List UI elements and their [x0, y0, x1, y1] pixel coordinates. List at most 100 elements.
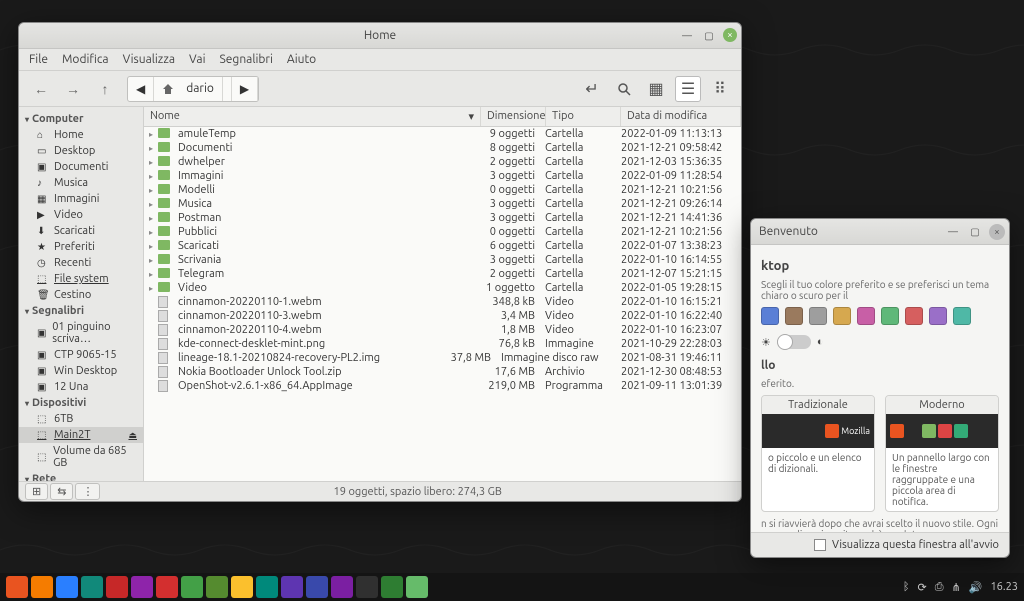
- panel-app-icon[interactable]: [156, 576, 178, 598]
- panel-app-icon[interactable]: [6, 576, 28, 598]
- sidebar-group[interactable]: ▾Computer: [19, 111, 143, 127]
- welcome-minimize[interactable]: —: [945, 224, 961, 240]
- sidebar-item[interactable]: ⬚Main2T⏏: [19, 427, 143, 443]
- panel-app-icon[interactable]: [231, 576, 253, 598]
- minimize-button[interactable]: —: [679, 28, 695, 44]
- close-button[interactable]: ×: [723, 28, 737, 42]
- status-tab[interactable]: ⋮: [75, 483, 100, 500]
- welcome-titlebar[interactable]: Benvenuto — ▢ ×: [751, 219, 1009, 245]
- file-row[interactable]: ▸Musica3 oggettiCartella2021-12-21 09:26…: [144, 197, 741, 211]
- sidebar-item[interactable]: ⬚Volume da 685 GB: [19, 443, 143, 471]
- col-date[interactable]: Data di modifica: [621, 107, 741, 126]
- sidebar-item[interactable]: 🗑Cestino: [19, 287, 143, 303]
- sidebar-item[interactable]: ♪Musica: [19, 175, 143, 191]
- menu-visualizza[interactable]: Visualizza: [123, 53, 175, 66]
- sidebar-item[interactable]: ⬚6TB: [19, 411, 143, 427]
- sidebar-item[interactable]: ▶Video: [19, 207, 143, 223]
- file-row[interactable]: ▸Immagini3 oggettiCartella2022-01-09 11:…: [144, 169, 741, 183]
- menu-file[interactable]: File: [29, 53, 48, 66]
- panel-app-icon[interactable]: [381, 576, 403, 598]
- sidebar-item[interactable]: ▣Documenti: [19, 159, 143, 175]
- maximize-button[interactable]: ▢: [701, 28, 717, 44]
- color-swatch[interactable]: [761, 307, 779, 325]
- sidebar-item[interactable]: ▣Win Desktop: [19, 363, 143, 379]
- sidebar-item[interactable]: ⬚File system: [19, 271, 143, 287]
- taskbar-panel[interactable]: ᛒ ⟳ ⎙ ⋔ 🔊 16.23: [0, 573, 1024, 601]
- panel-app-icon[interactable]: [131, 576, 153, 598]
- panel-app-icon[interactable]: [256, 576, 278, 598]
- panel-app-icon[interactable]: [206, 576, 228, 598]
- layout-modern[interactable]: Moderno Un pannello largo con le finestr…: [885, 395, 999, 512]
- color-swatch[interactable]: [809, 307, 827, 325]
- column-headers[interactable]: Nome▾ Dimensione Tipo Data di modifica: [144, 107, 741, 127]
- panel-app-icon[interactable]: [56, 576, 78, 598]
- menu-vai[interactable]: Vai: [189, 53, 206, 66]
- bluetooth-icon[interactable]: ᛒ: [903, 581, 910, 593]
- color-swatch[interactable]: [953, 307, 971, 325]
- color-swatch[interactable]: [833, 307, 851, 325]
- file-row[interactable]: ▸dwhelper2 oggettiCartella2021-12-03 15:…: [144, 155, 741, 169]
- theme-toggle[interactable]: ☀ ◐: [761, 335, 824, 349]
- file-row[interactable]: ▸amuleTemp9 oggettiCartella2022-01-09 11…: [144, 127, 741, 141]
- panel-app-icon[interactable]: [331, 576, 353, 598]
- file-row[interactable]: Nokia Bootloader Unlock Tool.zip17,6 MBA…: [144, 365, 741, 379]
- file-row[interactable]: OpenShot-v2.6.1-x86_64.AppImage219,0 MBP…: [144, 379, 741, 393]
- search-button[interactable]: [611, 76, 637, 102]
- view-compact-button[interactable]: ⠿: [707, 76, 733, 102]
- volume-icon[interactable]: 🔊: [969, 581, 983, 594]
- panel-app-icon[interactable]: [106, 576, 128, 598]
- color-swatch[interactable]: [929, 307, 947, 325]
- color-swatch[interactable]: [785, 307, 803, 325]
- panel-app-icon[interactable]: [81, 576, 103, 598]
- sidebar-group[interactable]: ▾Rete: [19, 471, 143, 481]
- file-row[interactable]: ▸Modelli0 oggettiCartella2021-12-21 10:2…: [144, 183, 741, 197]
- panel-app-icon[interactable]: [181, 576, 203, 598]
- color-swatch[interactable]: [857, 307, 875, 325]
- file-row[interactable]: cinnamon-20220110-1.webm348,8 kBVideo202…: [144, 295, 741, 309]
- sidebar-item[interactable]: ◷Recenti: [19, 255, 143, 271]
- file-row[interactable]: ▸Pubblici0 oggettiCartella2021-12-21 10:…: [144, 225, 741, 239]
- file-row[interactable]: ▸Telegram2 oggettiCartella2021-12-07 15:…: [144, 267, 741, 281]
- file-row[interactable]: ▸Postman3 oggettiCartella2021-12-21 14:4…: [144, 211, 741, 225]
- sidebar-item[interactable]: ▣12 Una: [19, 379, 143, 395]
- color-swatch[interactable]: [905, 307, 923, 325]
- menu-segnalibri[interactable]: Segnalibri: [220, 53, 273, 66]
- sidebar-item[interactable]: ▦Immagini: [19, 191, 143, 207]
- welcome-close[interactable]: ×: [989, 224, 1005, 240]
- file-row[interactable]: cinnamon-20220110-3.webm3,4 MBVideo2022-…: [144, 309, 741, 323]
- col-size[interactable]: Dimensione: [481, 107, 546, 126]
- panel-app-icon[interactable]: [356, 576, 378, 598]
- breadcrumb-next[interactable]: ▶: [232, 77, 258, 101]
- forward-button[interactable]: →: [59, 75, 87, 103]
- show-on-startup-checkbox[interactable]: [814, 539, 826, 551]
- file-row[interactable]: ▸Video1 oggettoCartella2022-01-05 19:28:…: [144, 281, 741, 295]
- panel-app-icon[interactable]: [306, 576, 328, 598]
- status-tab[interactable]: ⊞: [25, 483, 48, 500]
- breadcrumb[interactable]: ◀ dario ▶: [127, 76, 259, 102]
- sidebar-item[interactable]: ★Preferiti: [19, 239, 143, 255]
- updates-icon[interactable]: ⟳: [918, 581, 927, 594]
- breadcrumb-root[interactable]: ◀: [128, 77, 154, 101]
- file-row[interactable]: ▸Scaricati6 oggettiCartella2022-01-07 13…: [144, 239, 741, 253]
- breadcrumb-home[interactable]: dario: [154, 77, 232, 101]
- status-tab[interactable]: ⇆: [50, 483, 73, 500]
- sidebar-item[interactable]: ▣CTP 9065-15: [19, 347, 143, 363]
- network-icon[interactable]: ⋔: [952, 581, 961, 594]
- sidebar-item[interactable]: ⬇Scaricati: [19, 223, 143, 239]
- menu-modifica[interactable]: Modifica: [62, 53, 109, 66]
- col-type[interactable]: Tipo: [546, 107, 621, 126]
- file-row[interactable]: kde-connect-desklet-mint.png76,8 kBImmag…: [144, 337, 741, 351]
- view-icons-button[interactable]: ▦: [643, 76, 669, 102]
- toggle-location-button[interactable]: ↵: [579, 76, 605, 102]
- up-button[interactable]: ↑: [91, 75, 119, 103]
- file-row[interactable]: lineage-18.1-20210824-recovery-PL2.img37…: [144, 351, 741, 365]
- menu-aiuto[interactable]: Aiuto: [287, 53, 316, 66]
- sidebar-item[interactable]: ▣01 pinguino scriva…: [19, 319, 143, 347]
- printer-icon[interactable]: ⎙: [935, 581, 944, 594]
- file-row[interactable]: cinnamon-20220110-4.webm1,8 MBVideo2022-…: [144, 323, 741, 337]
- titlebar[interactable]: Home — ▢ ×: [19, 23, 741, 49]
- panel-app-icon[interactable]: [281, 576, 303, 598]
- layout-traditional[interactable]: Tradizionale Mozilla o piccolo e un elen…: [761, 395, 875, 512]
- panel-app-icon[interactable]: [31, 576, 53, 598]
- welcome-maximize[interactable]: ▢: [967, 224, 983, 240]
